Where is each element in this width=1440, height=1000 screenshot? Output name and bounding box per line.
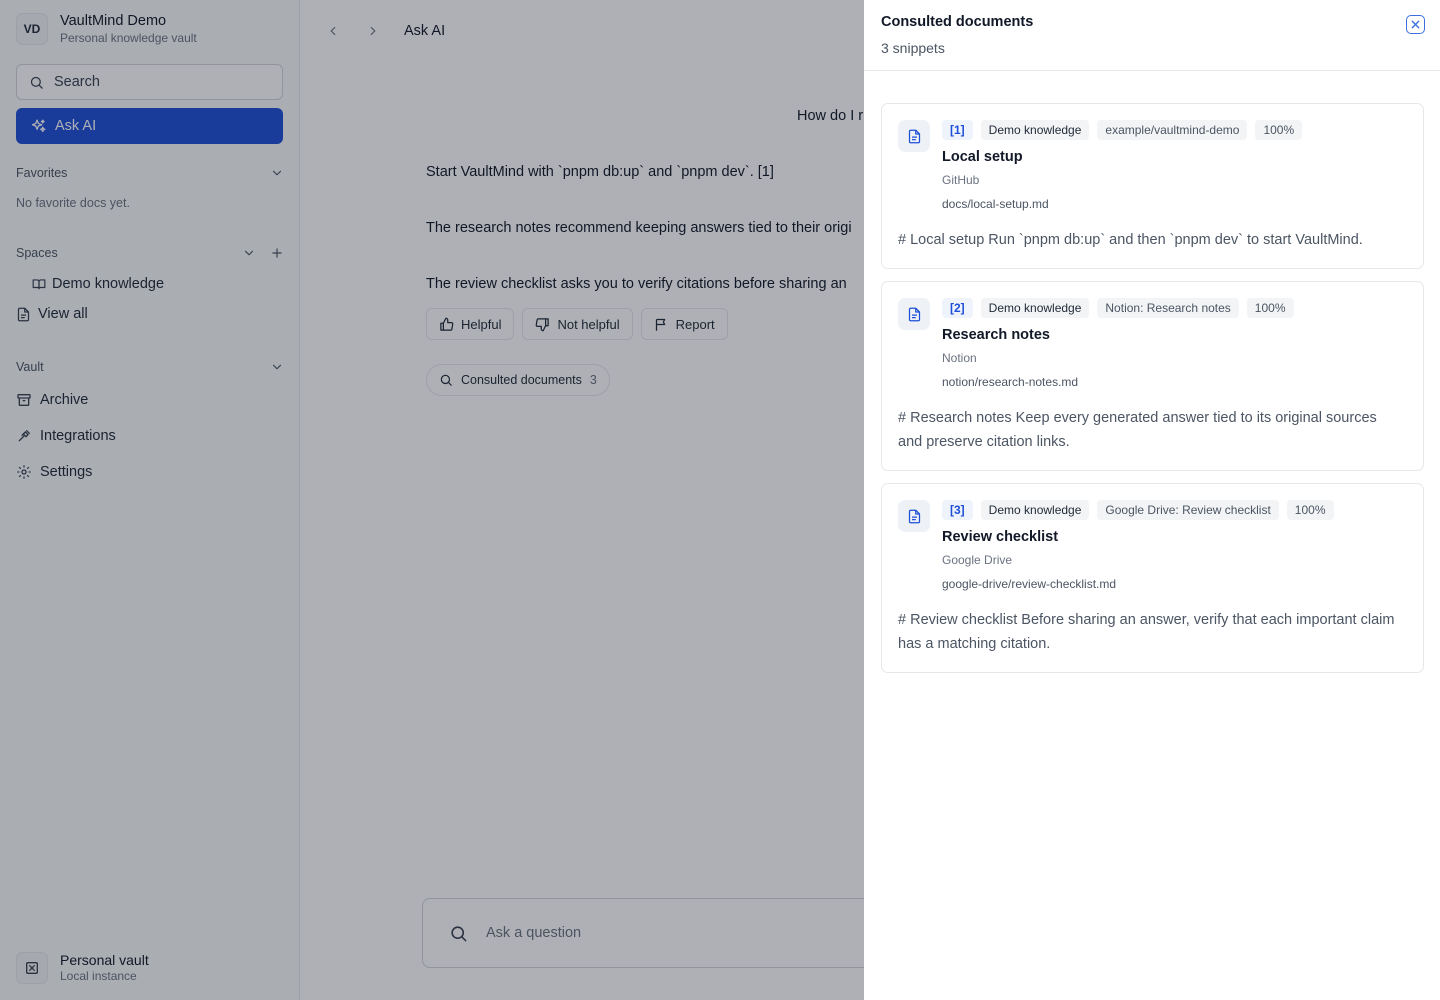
score-badge: 100% <box>1286 500 1334 520</box>
space-badge: Demo knowledge <box>980 120 1090 140</box>
document-path: notion/research-notes.md <box>942 375 1079 389</box>
score-badge: 100% <box>1255 120 1303 140</box>
document-icon <box>898 500 930 532</box>
modal-backdrop[interactable] <box>0 0 864 1000</box>
document-title: Research notes <box>942 327 1050 343</box>
document-path: google-drive/review-checklist.md <box>942 577 1117 591</box>
document-title: Review checklist <box>942 529 1059 545</box>
space-badge: Demo knowledge <box>980 298 1090 318</box>
document-icon <box>898 298 930 330</box>
drawer-title: Consulted documents <box>881 14 1034 30</box>
document-source: Notion <box>942 351 977 365</box>
consulted-documents-drawer: Consulted documents 3 snippets [1] Demo … <box>864 0 1440 1000</box>
document-snippet: # Local setup Run `pnpm db:up` and then … <box>898 232 1363 248</box>
document-path: docs/local-setup.md <box>942 197 1049 211</box>
citation-badge: [1] <box>942 120 973 140</box>
document-source: GitHub <box>942 173 980 187</box>
document-source: Google Drive <box>942 553 1013 567</box>
drawer-header: Consulted documents 3 snippets <box>864 0 1440 71</box>
citation-badge: [2] <box>942 298 973 318</box>
document-snippet: # Review checklist Before sharing an ans… <box>898 612 1395 652</box>
close-icon <box>1411 20 1420 29</box>
drawer-subtitle: 3 snippets <box>881 40 945 56</box>
space-badge: Demo knowledge <box>980 500 1090 520</box>
close-drawer-button[interactable] <box>1406 15 1425 34</box>
document-card[interactable]: [3] Demo knowledge Google Drive: Review … <box>881 483 1424 673</box>
document-title: Local setup <box>942 149 1023 165</box>
citation-badge: [3] <box>942 500 973 520</box>
origin-badge: Google Drive: Review checklist <box>1097 500 1279 520</box>
origin-badge: Notion: Research notes <box>1097 298 1239 318</box>
document-snippet: # Research notes Keep every generated an… <box>898 410 1377 450</box>
origin-badge: example/vaultmind-demo <box>1097 120 1248 140</box>
score-badge: 100% <box>1246 298 1294 318</box>
document-card[interactable]: [1] Demo knowledge example/vaultmind-dem… <box>881 103 1424 269</box>
document-icon <box>898 120 930 152</box>
document-card[interactable]: [2] Demo knowledge Notion: Research note… <box>881 281 1424 471</box>
